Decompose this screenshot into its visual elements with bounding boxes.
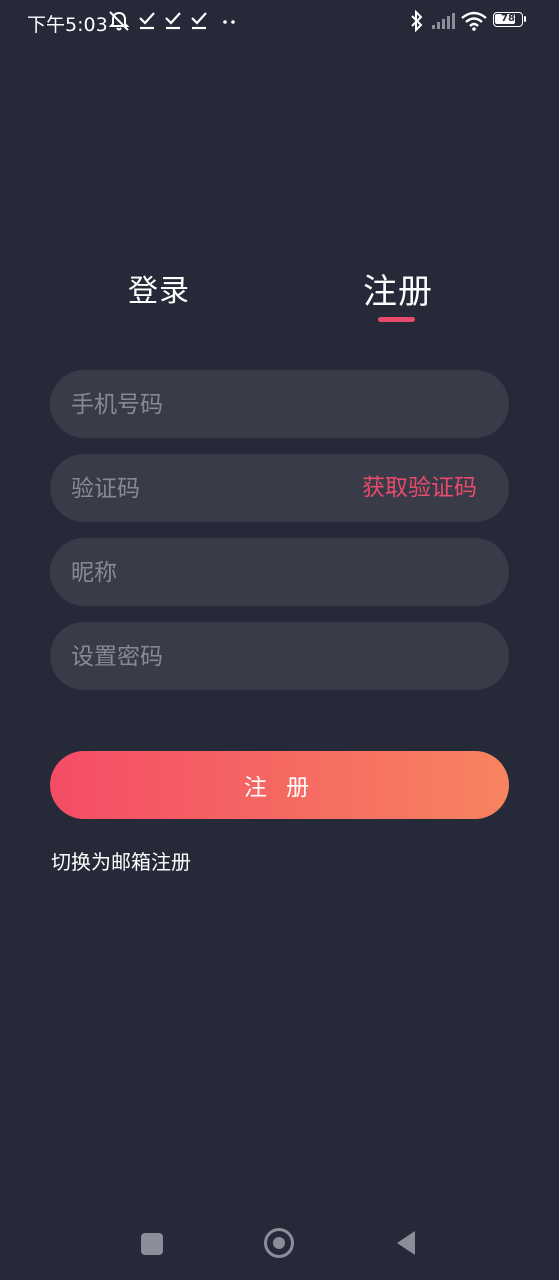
password-input[interactable] [69,622,343,692]
home-icon-dot [273,1237,285,1249]
wifi-icon [461,11,487,31]
register-button[interactable]: 注 册 [50,751,509,819]
check-icon [165,12,181,30]
check-icon [139,12,155,30]
back-icon[interactable] [395,1230,417,1256]
active-tab-indicator [378,317,415,322]
switch-to-email-link[interactable]: 切换为邮箱注册 [51,846,191,875]
tab-login[interactable]: 登录 [128,266,190,310]
home-icon[interactable] [264,1228,294,1258]
battery-level: 78 [501,13,515,24]
nickname-field [50,538,509,608]
bluetooth-icon [411,10,423,32]
nickname-input[interactable] [69,538,343,608]
check-icon [191,12,207,30]
battery-icon: 78 [493,12,523,27]
status-bar: 下午5:03 78 [0,0,559,44]
verification-code-field: 获取验证码 [50,454,509,524]
battery-tip [524,16,526,22]
status-time: 下午5:03 [27,14,108,36]
tab-register[interactable]: 注册 [363,264,433,313]
verification-code-input[interactable] [69,454,343,524]
dots-icon [223,20,235,24]
get-code-button[interactable]: 获取验证码 [362,454,477,522]
phone-field [50,370,509,440]
recent-apps-icon[interactable] [141,1233,163,1255]
password-field [50,622,509,692]
phone-input[interactable] [69,370,343,440]
signal-icon [432,13,455,29]
mute-icon [108,11,130,31]
